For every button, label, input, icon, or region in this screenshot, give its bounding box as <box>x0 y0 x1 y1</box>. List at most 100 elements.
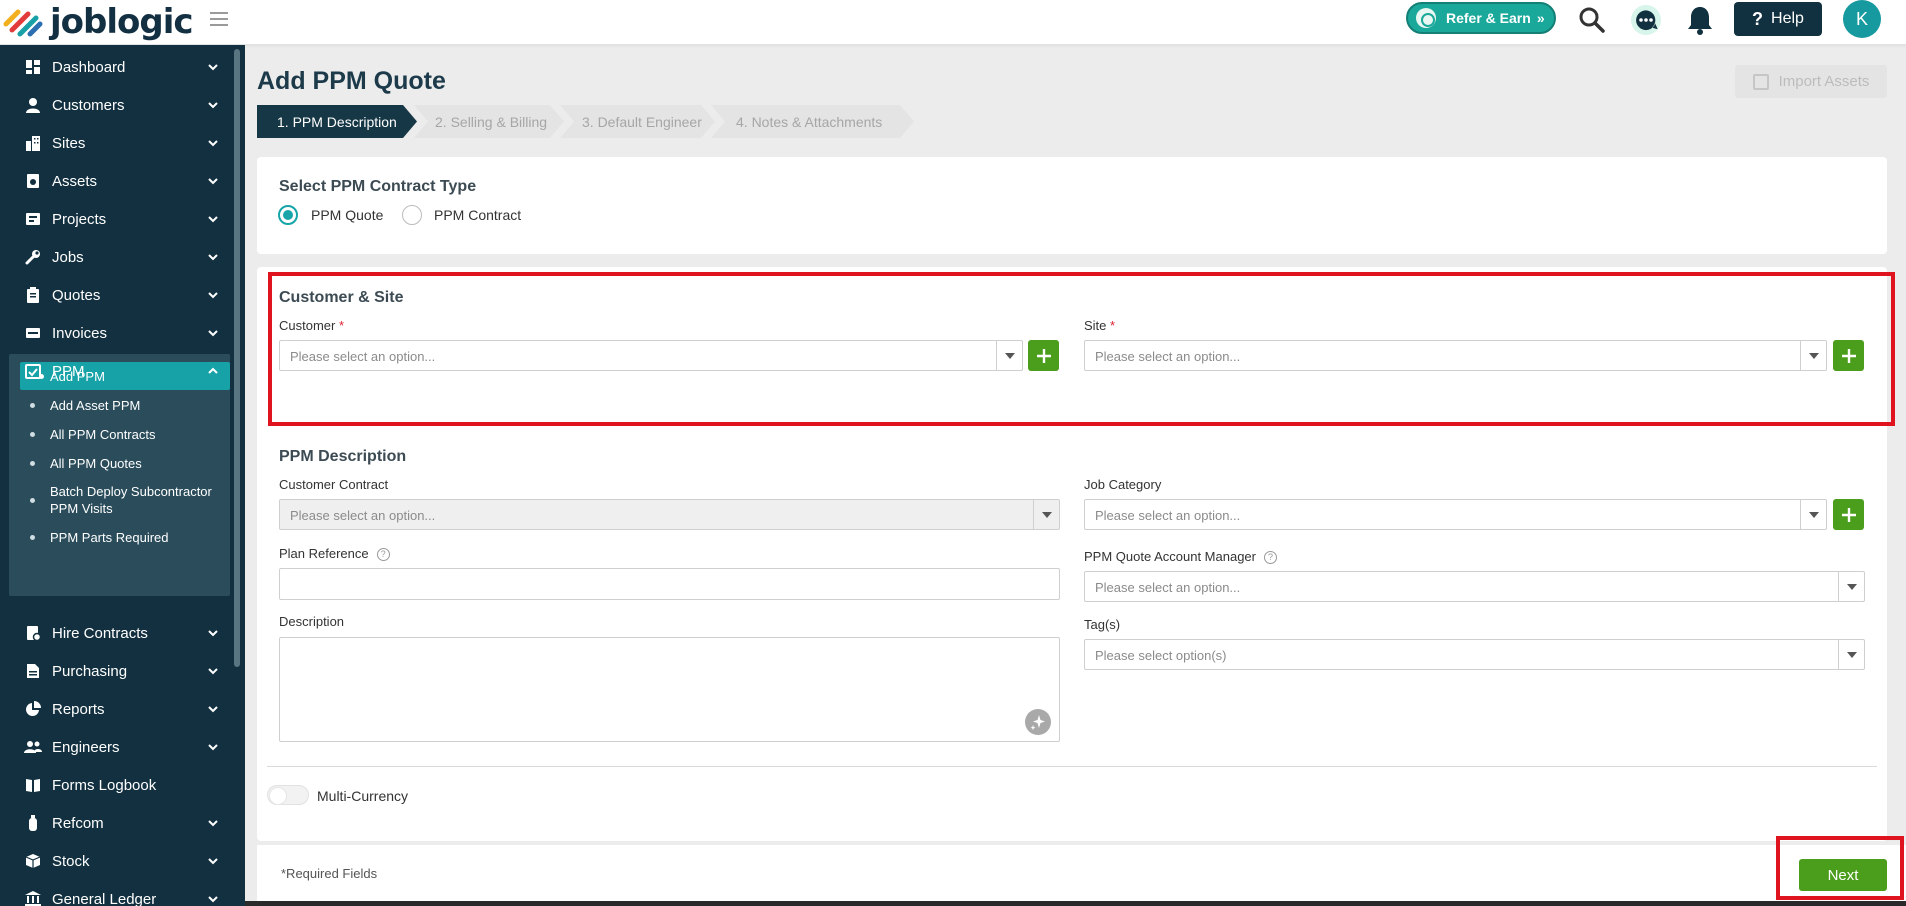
step-default-engineer[interactable]: 3. Default Engineer <box>560 105 715 138</box>
chat-icon[interactable] <box>1628 2 1664 38</box>
highlight-next-button <box>1776 836 1904 900</box>
customer-contract-select[interactable]: Please select an option... <box>279 499 1060 530</box>
account-manager-placeholder: Please select an option... <box>1095 580 1241 595</box>
sidebar-subitem-batch-deploy[interactable]: Batch Deploy Subcontractor PPM Visits <box>9 479 230 521</box>
chevron-down-icon <box>208 820 218 827</box>
building-icon <box>24 134 42 152</box>
chevron-down-icon <box>208 668 218 675</box>
radio-ppm-quote[interactable] <box>278 205 298 225</box>
avatar[interactable]: K <box>1843 0 1881 38</box>
tags-label: Tag(s) <box>1084 617 1121 632</box>
account-manager-select[interactable]: Please select an option... <box>1084 571 1865 602</box>
highlight-customer-site <box>268 272 1895 426</box>
multi-currency-label: Multi-Currency <box>317 788 409 804</box>
sidebar-item-projects[interactable]: Projects <box>0 200 232 238</box>
dropdown-caret-icon[interactable] <box>1838 640 1864 669</box>
account-manager-label: PPM Quote Account Manager? <box>1084 549 1277 564</box>
tags-select[interactable]: Please select option(s) <box>1084 639 1865 670</box>
help-button[interactable]: ? Help <box>1734 2 1822 36</box>
sidebar-item-hire-contracts[interactable]: Hire Contracts <box>0 614 232 652</box>
sparkle-icon[interactable] <box>1025 709 1051 735</box>
chevron-up-icon <box>208 367 218 374</box>
sidebar-item-refcom[interactable]: Refcom <box>0 804 232 842</box>
sidebar-item-purchasing[interactable]: Purchasing <box>0 652 232 690</box>
dropdown-caret-icon[interactable] <box>1838 572 1864 601</box>
help-circle-icon[interactable]: ? <box>1263 551 1277 564</box>
sidebar: Dashboard Customers Sites Assets Project… <box>0 45 245 906</box>
job-category-select[interactable]: Please select an option... <box>1084 499 1827 530</box>
chevron-down-icon <box>208 330 218 337</box>
radio-ppm-quote-label[interactable]: PPM Quote <box>311 207 383 223</box>
contract-icon <box>24 624 42 642</box>
refer-label: Refer & Earn <box>1446 10 1531 26</box>
dropdown-caret-icon[interactable] <box>1800 500 1826 529</box>
sidebar-item-stock[interactable]: Stock <box>0 842 232 880</box>
help-label: Help <box>1771 10 1804 27</box>
step-notes-attachments[interactable]: 4. Notes & Attachments <box>711 105 914 138</box>
chevron-down-icon <box>208 216 218 223</box>
question-icon: ? <box>1752 8 1764 29</box>
user-icon <box>24 96 42 114</box>
sidebar-item-assets[interactable]: Assets <box>0 162 232 200</box>
sidebar-item-label: Customers <box>52 96 125 114</box>
job-category-label: Job Category <box>1084 477 1162 492</box>
multi-currency-toggle[interactable] <box>267 785 309 805</box>
sidebar-subitem-all-ppm-quotes[interactable]: All PPM Quotes <box>9 449 230 478</box>
step-label: 1. PPM Description <box>277 113 397 130</box>
sidebar-item-jobs[interactable]: Jobs <box>0 238 232 276</box>
radio-ppm-contract-label[interactable]: PPM Contract <box>434 207 521 223</box>
sidebar-item-sites[interactable]: Sites <box>0 124 232 162</box>
step-selling-billing[interactable]: 2. Selling & Billing <box>414 105 564 138</box>
import-assets-label: Import Assets <box>1778 73 1870 90</box>
logo[interactable]: joblogic <box>2 4 194 40</box>
sidebar-item-label: Refcom <box>52 814 104 832</box>
plus-icon <box>1841 507 1856 522</box>
import-assets-button[interactable]: Import Assets <box>1735 65 1887 98</box>
search-icon[interactable] <box>1574 2 1610 38</box>
bullet-icon <box>30 403 35 408</box>
sidebar-item-ppm[interactable]: PPM <box>0 352 232 390</box>
sidebar-item-label: PPM <box>52 362 85 380</box>
logo-mark-icon <box>3 9 43 37</box>
sidebar-item-general-ledger[interactable]: General Ledger <box>0 880 232 906</box>
refer-earn-button[interactable]: Refer & Earn » <box>1406 2 1556 34</box>
description-textarea[interactable] <box>279 637 1060 742</box>
sidebar-item-forms-logbook[interactable]: Forms Logbook <box>0 766 232 804</box>
bell-icon[interactable] <box>1682 2 1718 38</box>
step-ppm-description[interactable]: 1. PPM Description <box>257 105 417 138</box>
add-job-category-button[interactable] <box>1833 499 1864 530</box>
invoice-icon <box>24 324 42 342</box>
sidebar-item-engineers[interactable]: Engineers <box>0 728 232 766</box>
plan-reference-input[interactable] <box>279 568 1060 600</box>
sidebar-subitem-all-ppm-contracts[interactable]: All PPM Contracts <box>9 420 230 449</box>
sidebar-item-label: Dashboard <box>52 58 126 76</box>
sidebar-subitem-add-asset-ppm[interactable]: Add Asset PPM <box>9 391 230 420</box>
top-header: joblogic Refer & Earn » ? Help K <box>0 0 1906 45</box>
chevron-down-icon <box>208 178 218 185</box>
sidebar-item-label: Purchasing <box>52 662 128 680</box>
required-fields-note: *Required Fields <box>281 866 378 881</box>
sidebar-item-invoices[interactable]: Invoices <box>0 314 232 352</box>
sidebar-item-customers[interactable]: Customers <box>0 86 232 124</box>
document-icon <box>24 662 42 680</box>
sidebar-subitem-label: All PPM Contracts <box>50 427 156 442</box>
help-circle-icon[interactable]: ? <box>376 548 390 561</box>
dropdown-caret-icon[interactable] <box>1033 500 1059 529</box>
chevron-down-icon <box>208 102 218 109</box>
sidebar-item-quotes[interactable]: Quotes <box>0 276 232 314</box>
chevron-down-icon <box>208 630 218 637</box>
sidebar-item-reports[interactable]: Reports <box>0 690 232 728</box>
sidebar-item-dashboard[interactable]: Dashboard <box>0 48 232 86</box>
chevron-down-icon <box>208 254 218 261</box>
clipboard-icon <box>24 286 42 304</box>
sidebar-scrollbar-thumb[interactable] <box>234 49 240 667</box>
radio-ppm-contract[interactable] <box>402 205 422 225</box>
wrench-icon <box>24 248 42 266</box>
chevron-down-icon <box>208 140 218 147</box>
sidebar-item-label: General Ledger <box>52 890 157 906</box>
sidebar-item-label: Assets <box>52 172 98 190</box>
sidebar-item-label: Reports <box>52 700 105 718</box>
sidebar-item-label: Quotes <box>52 286 101 304</box>
menu-toggle-icon[interactable] <box>210 12 228 26</box>
sidebar-subitem-ppm-parts-required[interactable]: PPM Parts Required <box>9 523 230 552</box>
